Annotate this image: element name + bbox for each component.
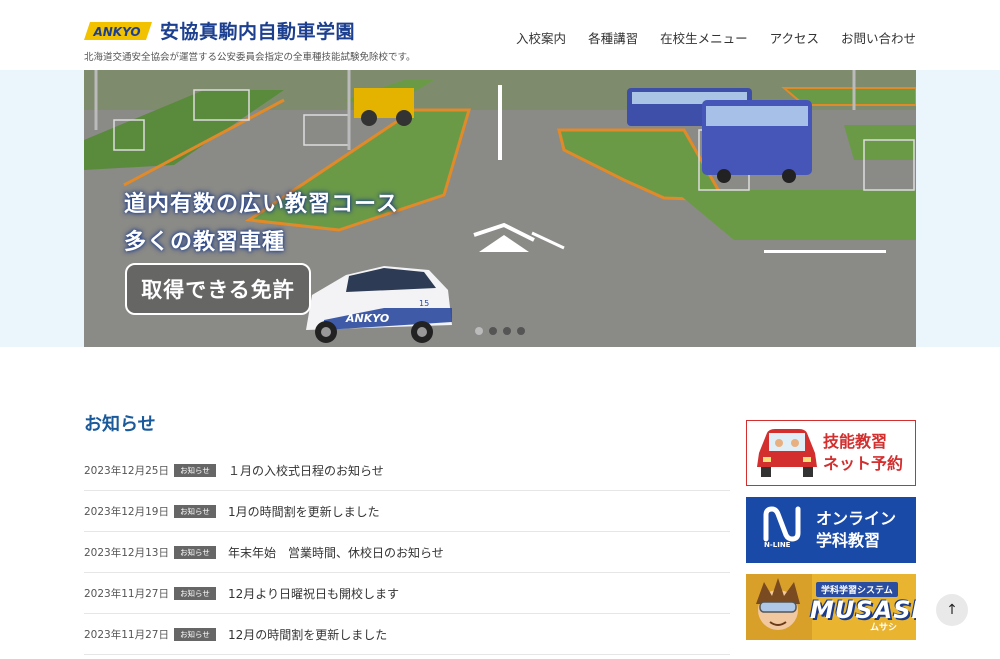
n-line-logo-icon (763, 506, 801, 542)
news-item[interactable]: 2023年12月19日 お知らせ 1月の時間割を更新しました (84, 491, 730, 532)
nav-admission[interactable]: 入校案内 (516, 28, 566, 47)
site-header: ANKYO 安協真駒内自動車学園 北海道交通安全協会が運営する公安委員会指定の全… (0, 0, 1000, 71)
nav-access[interactable]: アクセス (770, 28, 819, 47)
news-link[interactable]: 12月より日曜祝日も開校します (228, 585, 399, 602)
driving-reservation-banner[interactable]: 技能教習 ネット予約 (746, 420, 916, 486)
news-date: 2023年12月25日 (84, 464, 169, 477)
nav-student-menu[interactable]: 在校生メニュー (660, 28, 748, 47)
reservation-line2: ネット予約 (823, 454, 904, 473)
news-date: 2023年12月19日 (84, 505, 169, 518)
site-tagline: 北海道交通安全協会が運営する公安委員会指定の全車種技能試験免除校です。 (84, 52, 416, 63)
site-title: 安協真駒内自動車学園 (160, 21, 356, 43)
arrow-up-icon: ↑ (946, 602, 958, 618)
slider-dot-3[interactable] (503, 327, 511, 335)
slider-dot-1[interactable] (475, 327, 483, 335)
hero-heading-course: 道内有数の広い教習コース (124, 192, 399, 217)
car-logo-text: ANKYO (345, 312, 389, 325)
slider-dot-2[interactable] (489, 327, 497, 335)
news-link[interactable]: 年末年始 営業時間、休校日のお知らせ (228, 544, 444, 561)
news-tag: お知らせ (174, 627, 216, 641)
news-item[interactable]: 2023年11月27日 お知らせ 12月の時間割を更新しました (84, 614, 730, 655)
news-link[interactable]: 12月の時間割を更新しました (228, 626, 387, 643)
news-section-title: お知らせ (84, 414, 156, 435)
main-nav: 入校案内 各種講習 在校生メニュー アクセス お問い合わせ (516, 28, 916, 47)
musasi-kana: ムサシ (870, 623, 898, 633)
news-tag: お知らせ (174, 463, 216, 477)
news-tag: お知らせ (174, 586, 216, 600)
n-line-logo-text: N-LINE (764, 541, 791, 549)
licenses-button[interactable]: 取得できる免許 (125, 263, 311, 315)
news-link[interactable]: 1月の時間割を更新しました (228, 503, 380, 520)
musasi-system-label: 学科学習システム (816, 582, 898, 597)
news-item[interactable]: 2023年12月25日 お知らせ １月の入校式日程のお知らせ (84, 450, 730, 491)
nav-contact[interactable]: お問い合わせ (841, 28, 916, 47)
hero-heading-vehicles: 多くの教習車種 (124, 230, 286, 255)
ankyo-logo-icon: ANKYO (84, 21, 152, 40)
news-item[interactable]: 2023年11月27日 お知らせ 12月より日曜祝日も開校します (84, 573, 730, 614)
musasi-character-icon (746, 574, 812, 640)
logo-mark-text: ANKYO (92, 25, 140, 39)
site-logo[interactable]: ANKYO 安協真駒内自動車学園 (84, 17, 355, 44)
musasi-banner[interactable]: 学科学習システム MUSASI ムサシ (746, 574, 916, 640)
car-number-text: 15 (419, 299, 429, 308)
news-tag: お知らせ (174, 504, 216, 518)
red-car-icon (757, 429, 817, 477)
reservation-line1: 技能教習 (823, 432, 888, 451)
online-line2: 学科教習 (816, 531, 881, 550)
hero-slider[interactable]: ANKYO 15 道内有数の広い教習コース 多くの教習車種 取得できる免許 (84, 70, 916, 347)
news-date: 2023年12月13日 (84, 546, 169, 559)
online-lecture-banner[interactable]: N-LINE オンライン 学科教習 (746, 497, 916, 563)
nav-courses[interactable]: 各種講習 (588, 28, 638, 47)
news-date: 2023年11月27日 (84, 628, 169, 641)
musasi-name: MUSASI (810, 596, 916, 624)
news-link[interactable]: １月の入校式日程のお知らせ (228, 462, 384, 479)
slider-dot-4[interactable] (517, 327, 525, 335)
online-line1: オンライン (816, 509, 897, 528)
news-tag: お知らせ (174, 545, 216, 559)
back-to-top-button[interactable]: ↑ (936, 594, 968, 626)
slider-dots (475, 327, 525, 335)
news-date: 2023年11月27日 (84, 587, 169, 600)
news-item[interactable]: 2023年12月13日 お知らせ 年末年始 営業時間、休校日のお知らせ (84, 532, 730, 573)
news-list: 2023年12月25日 お知らせ １月の入校式日程のお知らせ 2023年12月1… (84, 450, 730, 655)
